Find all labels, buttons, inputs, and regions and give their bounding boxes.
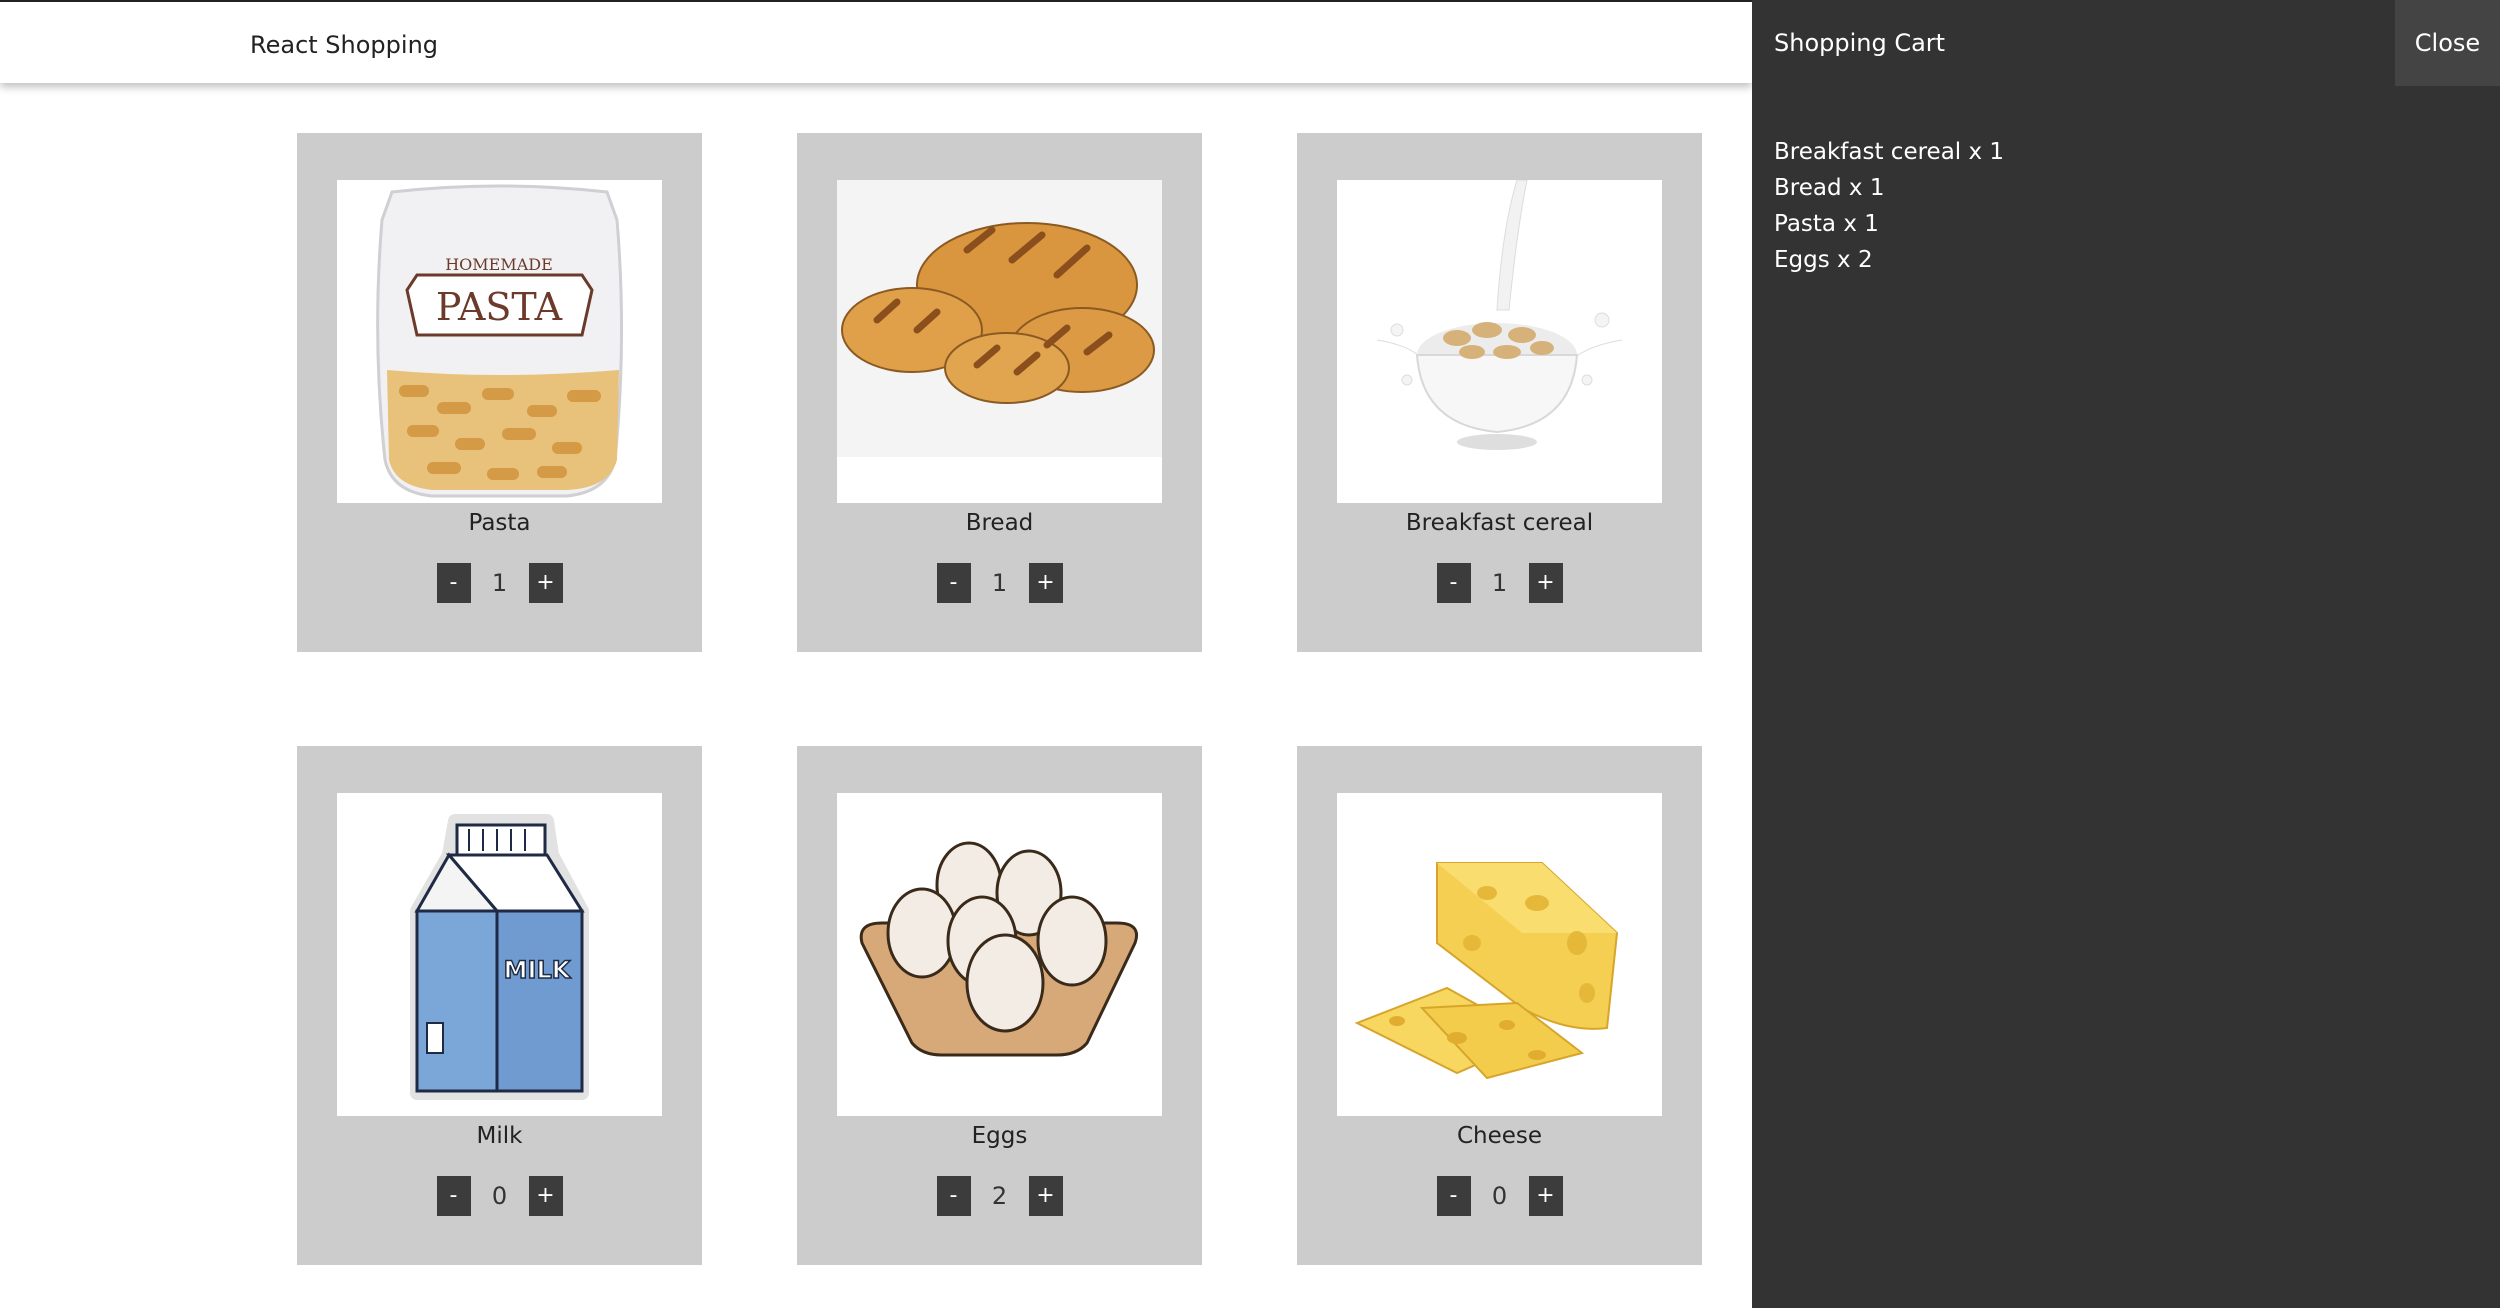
increment-button[interactable]: + [1028,563,1063,603]
quantity-value: 1 [491,569,508,597]
increment-button[interactable]: + [528,563,563,603]
cart-item-name: Eggs [1774,247,1858,273]
product-card-milk: MILK Milk - 0 + [297,746,702,1265]
pasta-bag-image: HOMEMADE PASTA [337,180,662,503]
decrement-button[interactable]: - [1436,563,1471,603]
product-grid: HOMEMADE PASTA Pasta - 1 + Bread - 1 + B… [0,0,1752,1308]
quantity-value: 0 [1491,1182,1508,1210]
cereal-bowl-image [1337,180,1662,503]
product-card-cheese: Cheese - 0 + [1297,746,1702,1265]
product-name: Breakfast cereal [1405,510,1594,536]
product-name: Cheese [1456,1123,1543,1149]
decrement-button[interactable]: - [436,1176,471,1216]
decrement-button[interactable]: - [936,1176,971,1216]
cart-item: Eggs2 [1774,242,2004,278]
cart-item-quantity: 1 [1989,139,2005,165]
decrement-button[interactable]: - [1436,1176,1471,1216]
eggs-carton-image [837,793,1162,1116]
brand-title[interactable]: React Shopping [250,30,438,60]
cart-item: Breakfast cereal1 [1774,134,2004,170]
cart-item: Pasta1 [1774,206,2004,242]
top-navbar: React Shopping [0,0,1752,83]
product-card-pasta: HOMEMADE PASTA Pasta - 1 + [297,133,702,652]
shopping-cart-panel: Shopping Cart Close Breakfast cereal1 Br… [1752,0,2500,1308]
cart-item-name: Bread [1774,175,1870,201]
svg-text:HOMEMADE: HOMEMADE [445,255,553,274]
product-name: Eggs [971,1123,1028,1149]
cart-item-quantity: 1 [1869,175,1885,201]
quantity-stepper: - 1 + [297,563,702,603]
cart-item-quantity: 1 [1864,211,1879,237]
close-cart-button[interactable]: Close [2395,0,2500,86]
cheese-wedge-image [1337,793,1662,1116]
svg-text:PASTA: PASTA [436,285,563,329]
product-name: Pasta [468,510,531,536]
increment-button[interactable]: + [528,1176,563,1216]
quantity-stepper: - 1 + [1297,563,1702,603]
increment-button[interactable]: + [1028,1176,1063,1216]
quantity-value: 1 [1491,569,1508,597]
decrement-button[interactable]: - [936,563,971,603]
shopping-app: HOMEMADE PASTA Pasta - 1 + Bread - 1 + B… [0,0,2500,1308]
quantity-stepper: - 2 + [797,1176,1202,1216]
quantity-stepper: - 0 + [1297,1176,1702,1216]
cart-item-name: Breakfast cereal [1774,139,1989,165]
svg-text:MILK: MILK [504,956,572,984]
cart-item-quantity: 2 [1857,247,1873,273]
quantity-value: 1 [991,569,1008,597]
product-name: Milk [476,1123,523,1149]
increment-button[interactable]: + [1528,1176,1563,1216]
quantity-stepper: - 1 + [797,563,1202,603]
product-card-breakfast-cereal: Breakfast cereal - 1 + [1297,133,1702,652]
cart-item: Bread1 [1774,170,2004,206]
increment-button[interactable]: + [1528,563,1563,603]
cart-items-list: Breakfast cereal1 Bread1 Pasta1 Eggs2 [1774,134,2004,278]
decrement-button[interactable]: - [436,563,471,603]
quantity-value: 2 [991,1182,1008,1210]
product-name: Bread [965,510,1034,536]
product-card-bread: Bread - 1 + [797,133,1202,652]
cart-item-name: Pasta [1774,211,1864,237]
bread-loaves-image [837,180,1162,503]
product-card-eggs: Eggs - 2 + [797,746,1202,1265]
cart-title: Shopping Cart [1774,29,1946,57]
milk-carton-image: MILK [337,793,662,1116]
quantity-value: 0 [491,1182,508,1210]
quantity-stepper: - 0 + [297,1176,702,1216]
